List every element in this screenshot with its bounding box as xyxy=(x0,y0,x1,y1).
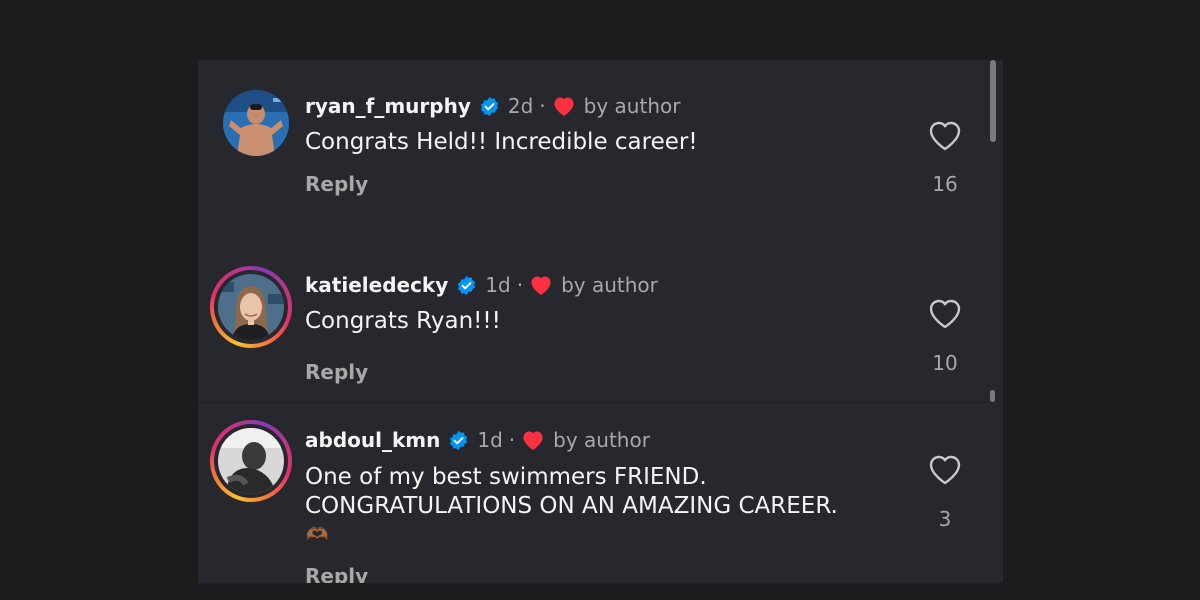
like-count: 16 xyxy=(932,172,958,196)
author-tag: by author xyxy=(553,428,650,452)
avatar[interactable] xyxy=(210,420,292,502)
avatar-image xyxy=(223,90,289,156)
author-tag: by author xyxy=(561,273,658,297)
comment-header: katieledecky 1d · by author xyxy=(305,273,658,297)
avatar-image xyxy=(218,274,284,340)
username[interactable]: ryan_f_murphy xyxy=(305,94,471,118)
avatar-ring-gap xyxy=(214,270,288,344)
heart-outline-icon[interactable] xyxy=(928,298,962,330)
comment-item: abdoul_kmn 1d · by author One of my best… xyxy=(198,402,988,583)
heart-filled-icon xyxy=(552,95,576,117)
verified-badge-icon xyxy=(479,96,500,117)
avatar-image xyxy=(218,428,284,494)
comment-age: 1d xyxy=(477,428,503,452)
username[interactable]: abdoul_kmn xyxy=(305,428,440,452)
verified-badge-icon xyxy=(448,430,469,451)
comments-panel[interactable]: ryan_f_murphy 2d · by author Congrats He… xyxy=(198,60,1003,583)
avatar[interactable] xyxy=(215,82,297,164)
heart-filled-icon xyxy=(521,429,545,451)
like-count: 10 xyxy=(932,351,958,375)
reply-button[interactable]: Reply xyxy=(305,172,368,196)
separator: · xyxy=(508,428,516,452)
verified-badge-icon xyxy=(456,275,477,296)
comment-text-line-1: One of my best swimmers FRIEND. xyxy=(305,464,707,490)
comment-item: katieledecky 1d · by author Congrats Rya… xyxy=(198,240,988,400)
reply-button[interactable]: Reply xyxy=(305,360,368,384)
like-count: 3 xyxy=(938,507,952,531)
comment-text-line-2: CONGRATULATIONS ON AN AMAZING CAREER. xyxy=(305,493,838,519)
reply-button[interactable]: Reply xyxy=(305,564,368,583)
comment-text: Congrats Ryan!!! xyxy=(305,308,501,334)
comment-header: abdoul_kmn 1d · by author xyxy=(305,428,650,452)
author-tag: by author xyxy=(583,94,681,118)
comment-text: Congrats Held!! Incredible career! xyxy=(305,129,698,155)
avatar[interactable] xyxy=(210,266,292,348)
heart-filled-icon xyxy=(529,274,553,296)
separator: · xyxy=(539,94,546,118)
heart-outline-icon[interactable] xyxy=(928,120,962,152)
comment-item: ryan_f_murphy 2d · by author Congrats He… xyxy=(198,60,988,240)
scrollbar-thumb[interactable] xyxy=(990,60,996,142)
comment-age: 1d xyxy=(485,273,511,297)
comment-age: 2d xyxy=(507,94,534,118)
username[interactable]: katieledecky xyxy=(305,273,448,297)
scrollbar-thumb-secondary[interactable] xyxy=(990,390,995,402)
heart-hands-emoji: 🫶🏾 xyxy=(306,524,329,545)
avatar-ring-gap xyxy=(214,424,288,498)
separator: · xyxy=(516,273,524,297)
comment-header: ryan_f_murphy 2d · by author xyxy=(305,94,680,118)
heart-outline-icon[interactable] xyxy=(928,454,962,486)
divider xyxy=(198,402,988,403)
